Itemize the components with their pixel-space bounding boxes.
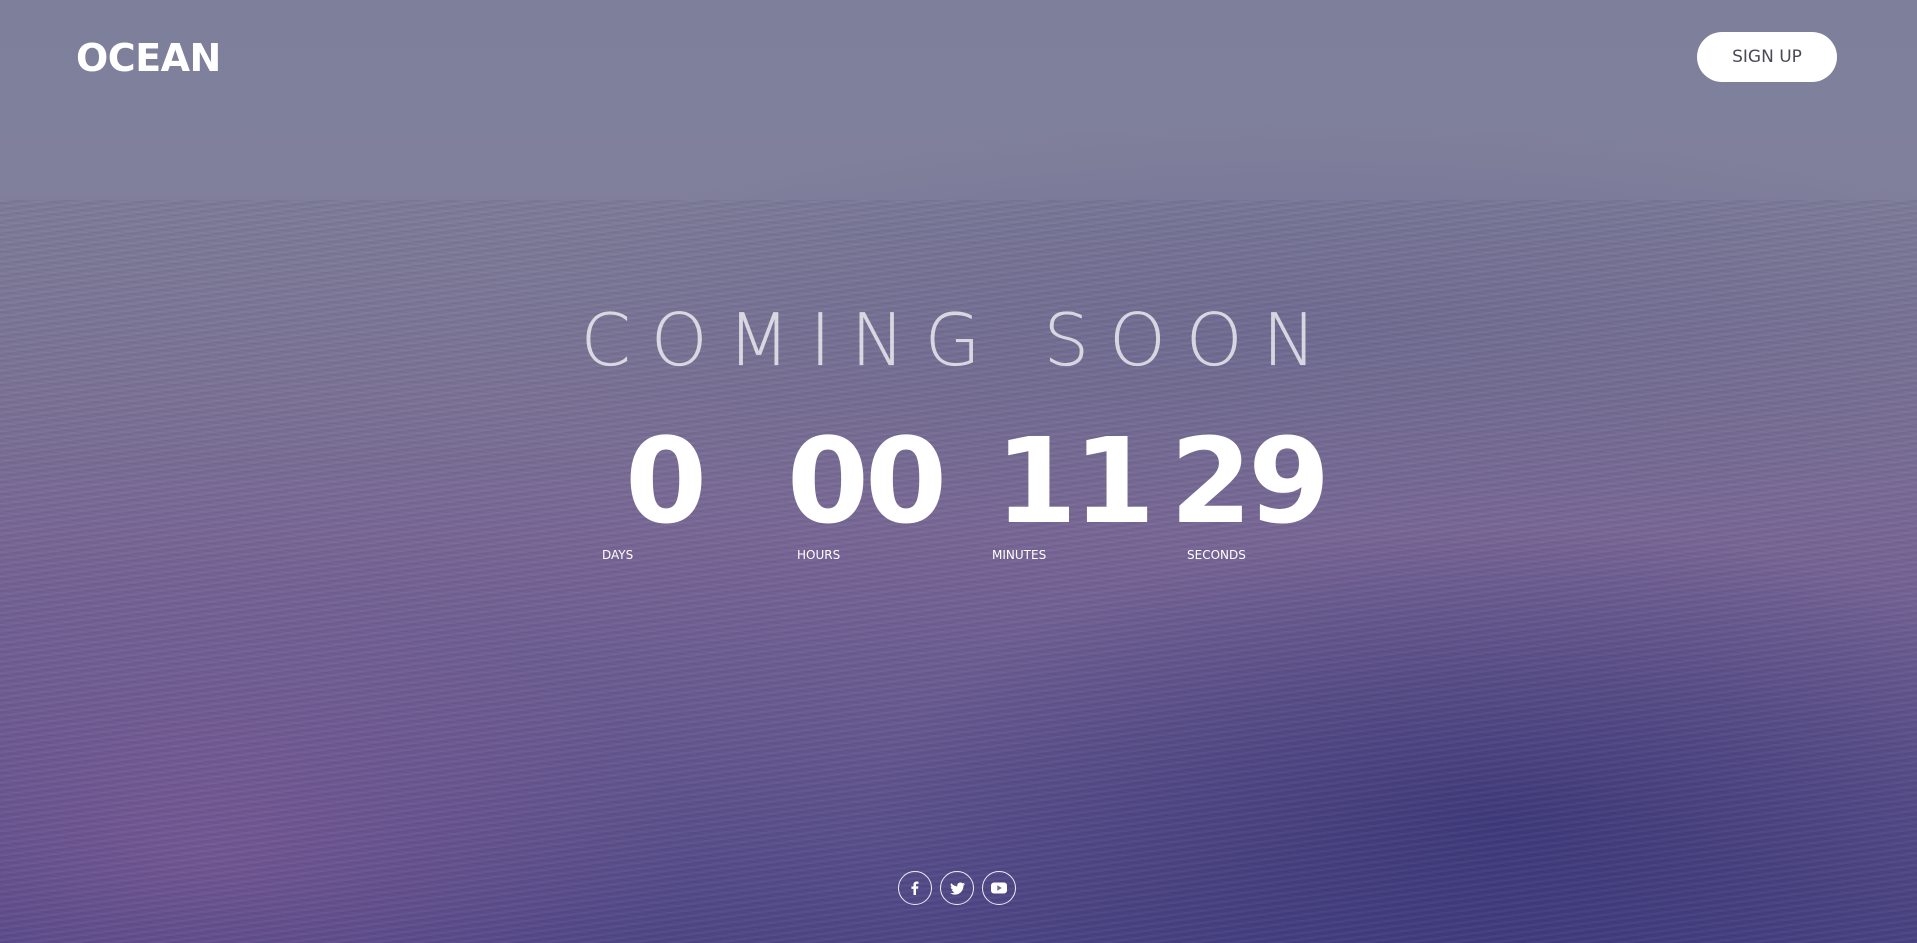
- brand-logo[interactable]: OCEAN: [76, 34, 221, 82]
- sign-up-button[interactable]: SIGN UP: [1697, 32, 1837, 82]
- countdown-days-label: DAYS: [602, 548, 634, 562]
- youtube-icon: [991, 882, 1007, 894]
- countdown-seconds-value: 29: [1170, 412, 1330, 550]
- countdown-minutes-label: MINUTES: [992, 548, 1047, 562]
- coming-soon-headline: COMING SOON: [580, 298, 1337, 382]
- facebook-icon: [911, 881, 919, 895]
- twitter-link[interactable]: [940, 871, 974, 905]
- youtube-link[interactable]: [982, 871, 1016, 905]
- facebook-link[interactable]: [898, 871, 932, 905]
- countdown-hours-value: 00: [786, 412, 947, 550]
- countdown-seconds-label: SECONDS: [1187, 548, 1246, 562]
- twitter-icon: [949, 881, 965, 895]
- countdown-hours-label: HOURS: [797, 548, 841, 562]
- countdown-minutes-value: 11: [995, 412, 1155, 550]
- countdown-days-value: 0: [624, 412, 707, 550]
